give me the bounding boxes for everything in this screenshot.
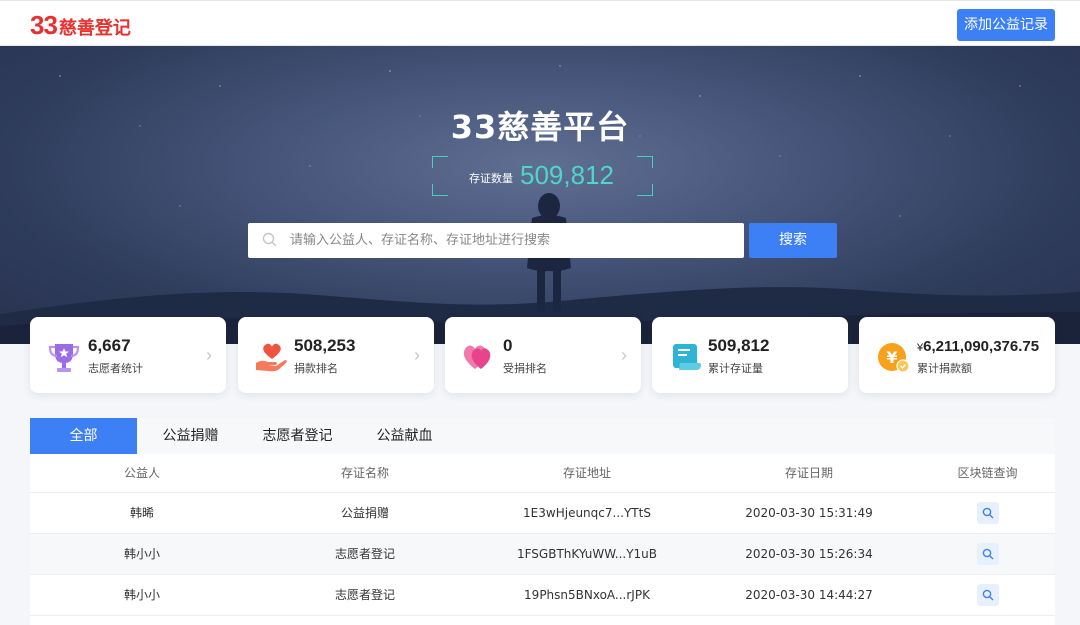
stat-label: 捐款排名 bbox=[294, 362, 338, 375]
search-button[interactable]: 搜索 bbox=[749, 223, 837, 258]
counter-corner bbox=[432, 156, 448, 168]
column-header: 区块链查询 bbox=[957, 466, 1018, 480]
stat-card-recipient-ranking[interactable]: 0 受捐排名 › bbox=[445, 317, 641, 393]
tab-all[interactable]: 全部 bbox=[30, 418, 137, 454]
cell-person: 韩晞 bbox=[129, 506, 154, 520]
search-box bbox=[248, 223, 744, 258]
cell-date: 2020-03-30 15:26:34 bbox=[745, 547, 873, 561]
counter-value: 509,812 bbox=[520, 160, 614, 190]
heart-icon bbox=[463, 345, 491, 369]
table-row: 韩小小 志愿者登记 1FSGBThKYuWW...Y1uB 2020-03-30… bbox=[30, 534, 1055, 575]
cell-name: 志愿者登记 bbox=[334, 547, 395, 561]
stat-label: 志愿者统计 bbox=[88, 362, 143, 375]
cell-date: 2020-03-30 15:31:49 bbox=[745, 506, 873, 520]
stat-value: ¥6,211,090,376.75 bbox=[917, 338, 1039, 355]
stat-card-donation-ranking[interactable]: 508,253 捐款排名 › bbox=[238, 317, 434, 393]
hero-banner: 33慈善平台 存证数量 509,812 搜索 bbox=[0, 46, 1080, 344]
stat-value-number: 6,211,090,376.75 bbox=[923, 338, 1040, 355]
stat-value: 509,812 bbox=[708, 336, 770, 355]
table-row: 韩小小 志愿者登记 19Phsn5BNxoA...rJPK 2020-03-30… bbox=[30, 575, 1055, 616]
table-row: 韩晞 公益捐赠 1E3wHjeunqc7...YTtS 2020-03-30 1… bbox=[30, 493, 1055, 534]
chevron-right-icon: › bbox=[206, 345, 212, 365]
counter-label: 存证数量 bbox=[469, 172, 513, 185]
cell-address: 19Phsn5BNxoA...rJPK bbox=[524, 588, 650, 602]
platform-title: 33慈善平台 bbox=[450, 108, 630, 146]
cell-date: 2020-03-30 14:44:27 bbox=[745, 588, 873, 602]
column-header: 存证地址 bbox=[562, 466, 611, 480]
cell-name: 公益捐赠 bbox=[340, 506, 389, 520]
cell-person: 韩小小 bbox=[123, 547, 160, 561]
counter-corner bbox=[637, 184, 653, 196]
search-input[interactable] bbox=[290, 223, 730, 258]
stat-card-total-donations: ¥ ¥6,211,090,376.75 累计捐款额 bbox=[859, 317, 1055, 393]
column-header: 存证日期 bbox=[784, 466, 833, 480]
tab-donation[interactable]: 公益捐赠 bbox=[137, 418, 244, 454]
search-icon bbox=[982, 589, 994, 601]
cell-address: 1E3wHjeunqc7...YTtS bbox=[523, 506, 651, 520]
certificate-icon bbox=[673, 344, 701, 370]
records-panel: 全部 公益捐赠 志愿者登记 公益献血 公益人 存证名称 存证地址 存证日期 区块… bbox=[30, 418, 1055, 625]
stat-card-total-certificates: 509,812 累计存证量 bbox=[652, 317, 848, 393]
blockchain-query-button[interactable] bbox=[977, 543, 999, 565]
stat-label: 受捐排名 bbox=[503, 362, 547, 375]
hand-heart-icon bbox=[256, 343, 287, 372]
stat-value: 0 bbox=[503, 336, 513, 355]
logo-text: 慈善登记 bbox=[58, 18, 131, 38]
search-icon bbox=[982, 507, 994, 519]
cell-person: 韩小小 bbox=[123, 588, 160, 602]
certificate-counter: 存证数量 509,812 bbox=[432, 156, 653, 196]
svg-text:¥: ¥ bbox=[886, 348, 897, 367]
column-header: 公益人 bbox=[123, 466, 160, 480]
top-bar: 33 慈善登记 添加公益记录 bbox=[0, 0, 1080, 46]
logo-number: 33 bbox=[30, 10, 58, 40]
add-record-button[interactable]: 添加公益记录 bbox=[957, 9, 1055, 41]
blockchain-query-button[interactable] bbox=[977, 584, 999, 606]
stats-row: 6,667 志愿者统计 › 508,253 捐款排名 › 0 受捐排名 › 50… bbox=[0, 317, 1080, 393]
yuan-coin-icon: ¥ bbox=[878, 343, 910, 373]
counter-corner bbox=[432, 184, 448, 196]
table-header: 公益人 存证名称 存证地址 存证日期 区块链查询 bbox=[30, 454, 1055, 493]
logo[interactable]: 33 慈善登记 bbox=[30, 10, 131, 41]
blockchain-query-button[interactable] bbox=[977, 502, 999, 524]
stat-label: 累计存证量 bbox=[708, 362, 763, 375]
record-tabs: 全部 公益捐赠 志愿者登记 公益献血 bbox=[30, 418, 1055, 454]
tab-blood-donation[interactable]: 公益献血 bbox=[351, 418, 458, 454]
search-icon bbox=[982, 548, 994, 560]
column-header: 存证名称 bbox=[340, 466, 389, 480]
chevron-right-icon: › bbox=[414, 345, 420, 365]
cell-name: 志愿者登记 bbox=[334, 588, 395, 602]
stat-value: 508,253 bbox=[294, 336, 356, 355]
stat-value: 6,667 bbox=[88, 336, 131, 355]
cell-address: 1FSGBThKYuWW...Y1uB bbox=[516, 547, 657, 561]
search-icon bbox=[262, 232, 277, 247]
counter-corner bbox=[637, 156, 653, 168]
trophy-icon bbox=[48, 344, 80, 372]
tab-volunteer[interactable]: 志愿者登记 bbox=[244, 418, 351, 454]
chevron-right-icon: › bbox=[621, 345, 627, 365]
stat-card-volunteers[interactable]: 6,667 志愿者统计 › bbox=[30, 317, 226, 393]
stat-label: 累计捐款额 bbox=[917, 362, 972, 375]
